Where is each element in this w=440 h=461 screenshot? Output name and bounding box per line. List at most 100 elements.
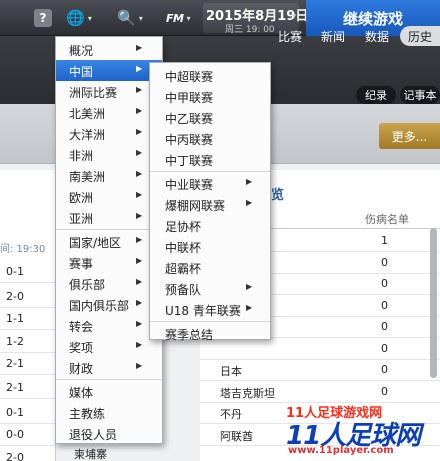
menu-item-label: 欧洲 [69,191,94,205]
menu-item[interactable]: 退役人员 [56,423,162,444]
nation-name[interactable]: 阿联酋 [220,428,253,444]
submenu-item[interactable]: 中乙联赛 [150,107,270,128]
nation-name[interactable]: 塔吉克斯坦 [220,385,275,401]
submenu-item[interactable]: 赛季总结 [150,323,270,344]
row-divider [0,445,56,446]
menu-item[interactable]: 中国 ▶ [56,60,162,81]
chevron-right-icon: ▶ [136,277,143,286]
submenu-item-label: 中甲联赛 [165,91,214,105]
menu-item-label: 媒体 [69,386,94,400]
more-button[interactable]: 更多... [379,123,440,149]
submenu-item-label: 中丙联赛 [165,133,214,147]
submenu-item-label: 中丁联赛 [165,154,214,168]
chevron-right-icon: ▶ [136,256,143,265]
menu-item[interactable]: 非洲 ▶ [56,144,162,165]
menu-item-label: 中国 [69,65,94,79]
menu-item[interactable]: 财政 ▶ [56,357,162,378]
menu-item[interactable]: 北美洲 ▶ [56,102,162,123]
row-divider [200,380,440,381]
submenu-item[interactable]: 足协杯 [150,215,270,236]
chevron-right-icon: ▶ [136,148,143,157]
chevron-right-icon: ▶ [136,127,143,136]
submenu-item[interactable]: 中联杯 [150,236,270,257]
menu-item[interactable]: 亚洲 ▶ [56,207,162,228]
subtab-records[interactable]: 纪录 [356,86,396,104]
tab-matches[interactable]: 比赛 [278,28,302,45]
scrollbar[interactable] [430,228,437,378]
menu-item-label: 非洲 [69,149,94,163]
chevron-down-icon: ▾ [87,13,92,23]
score-cell: 2-0 [6,451,24,461]
injury-list-header[interactable]: 伤病名单 [365,211,409,227]
menu-item[interactable]: 洲际比赛 ▶ [56,81,162,102]
globe-icon: 🌐 [66,9,85,27]
chevron-down-icon: ▾ [291,12,296,22]
menu-item[interactable]: 主教练 [56,402,162,423]
chevron-right-icon: ▶ [136,106,143,115]
menu-item[interactable]: 欧洲 ▶ [56,186,162,207]
menu-item[interactable]: 奖项 ▶ [56,336,162,357]
menu-item[interactable]: 媒体 [56,381,162,402]
menu-item[interactable]: 转会 ▶ [56,315,162,336]
menu-separator [150,171,270,172]
submenu-item[interactable]: 中超联赛 [150,65,270,86]
nation-name[interactable]: 日本 [220,363,242,379]
help-button[interactable]: ? [34,9,52,27]
menu-item-label: 奖项 [69,341,94,355]
submenu-item-label: 超霸杯 [165,262,202,276]
menu-item-label: 国家/地区 [69,236,122,250]
chevron-right-icon: ▶ [136,211,143,220]
row-divider [0,374,56,375]
menu-item-label: 国内俱乐部 [69,299,130,313]
injury-count: 0 [381,277,388,290]
menu-item[interactable]: 俱乐部 ▶ [56,273,162,294]
menu-item[interactable]: 南美洲 ▶ [56,165,162,186]
submenu-item-label: 中联杯 [165,241,202,255]
nation-name[interactable]: 不丹 [220,406,242,422]
menu-separator [56,229,162,230]
world-menu-button[interactable]: 🌐 ▾ [58,6,100,30]
menu-item[interactable]: 大洋洲 ▶ [56,123,162,144]
tab-history[interactable]: 历史 [400,26,440,46]
row-divider [0,423,56,424]
injury-count: 1 [381,234,388,247]
chevron-right-icon: ▶ [246,282,253,291]
chevron-right-icon: ▶ [136,64,143,73]
fixture-time: 间: 19:30 [0,244,46,255]
submenu-item[interactable]: 中丙联赛 [150,128,270,149]
subtab-notebook[interactable]: 记事本 [400,86,440,104]
world-dropdown-menu: 概况 ▶ 中国 ▶ 洲际比赛 ▶ 北美洲 ▶ 大洋洲 ▶ 非洲 ▶ 南美洲 ▶ 欧洲 ▶ 亚洲 ▶ 国家/地区 ▶ 赛事… [55,36,163,444]
menu-item-label: 转会 [69,320,94,334]
tab-stats[interactable]: 数据 [365,28,389,45]
menu-item-label: 赛事 [69,257,94,271]
china-submenu: 中超联赛中甲联赛中乙联赛中丙联赛中丁联赛中业联赛 ▶ 爆棚网联赛 ▶ 足协杯中联杯超霸杯… [149,62,271,342]
menu-item-label: 大洋洲 [69,128,106,142]
submenu-item[interactable]: 超霸杯 [150,257,270,278]
tab-news[interactable]: 新闻 [321,28,345,45]
chevron-right-icon: ▶ [136,298,143,307]
fm-logo: FM [166,11,184,25]
fm-menu-button[interactable]: FM ▾ [158,6,198,30]
submenu-item-label: 赛季总结 [165,328,214,342]
menu-item[interactable]: 国家/地区 ▶ [56,231,162,252]
submenu-item[interactable]: 中业联赛 ▶ [150,173,270,194]
submenu-item[interactable]: 预备队 ▶ [150,278,270,299]
menu-item-label: 财政 [69,362,94,376]
menu-item-label: 俱乐部 [69,278,106,292]
chevron-right-icon: ▶ [136,190,143,199]
chevron-down-icon: ▾ [138,13,143,23]
chevron-right-icon: ▶ [136,235,143,244]
chevron-right-icon: ▶ [246,177,253,186]
submenu-item[interactable]: 爆棚网联赛 ▶ [150,194,270,215]
menu-item[interactable]: 赛事 ▶ [56,252,162,273]
search-button[interactable]: 🔍 ▾ [108,6,152,30]
menu-item[interactable]: 国内俱乐部 ▶ [56,294,162,315]
submenu-item[interactable]: 中丁联赛 [150,149,270,170]
injury-count: 0 [381,255,388,269]
submenu-item[interactable]: U18 青年联赛 ▶ [150,299,270,320]
row-divider [0,352,56,353]
submenu-item[interactable]: 中甲联赛 [150,86,270,107]
score-cell: 1-2 [6,335,24,348]
submenu-item-label: 中业联赛 [165,178,214,192]
menu-item[interactable]: 概况 ▶ [56,39,162,60]
